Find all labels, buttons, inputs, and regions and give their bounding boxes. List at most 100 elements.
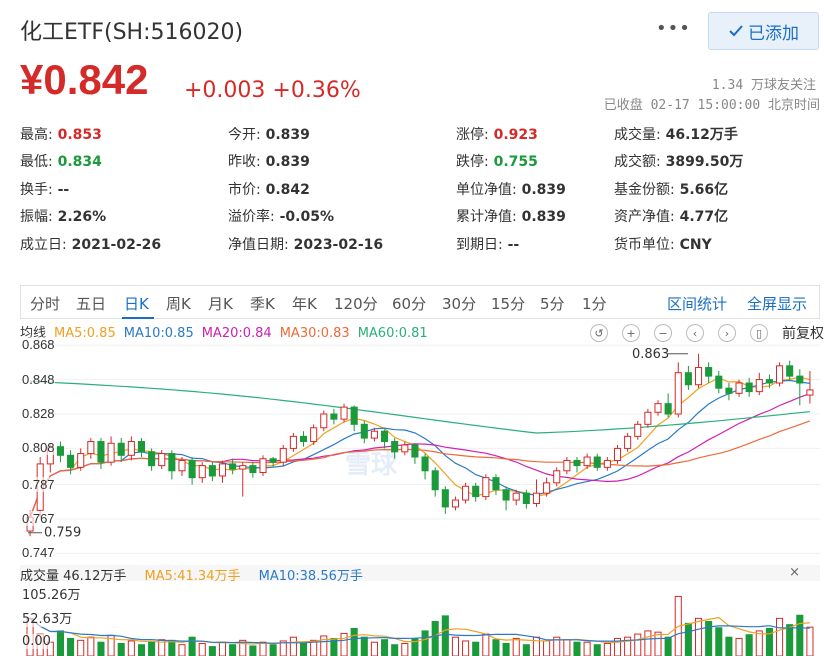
stat-item: 成立日: 2021-02-26 (20, 234, 161, 254)
volume-bar (573, 641, 581, 656)
candle (218, 460, 227, 483)
y-tick-label: 0.808 (22, 440, 55, 456)
volume-bar (694, 617, 703, 656)
volume-bar (218, 641, 227, 656)
tab-3[interactable]: 周K (166, 293, 191, 314)
volume-chart[interactable]: 105.26万 52.63万 0.00 (20, 582, 820, 656)
volume-bar (299, 642, 308, 656)
volume-bar (431, 621, 439, 656)
stat-label: 成立日: (20, 237, 67, 253)
candle (239, 462, 247, 497)
stat-label: 换手: (20, 182, 53, 198)
tab-11[interactable]: 5分 (540, 293, 565, 314)
tab-0[interactable]: 分时 (30, 293, 60, 314)
volume-bar (370, 641, 378, 656)
tab-4[interactable]: 月K (208, 293, 233, 314)
candle (310, 424, 318, 445)
candle (482, 474, 490, 501)
volume-bar (806, 626, 814, 656)
candle (624, 432, 632, 452)
volume-bar (229, 644, 237, 656)
volume-bar (391, 644, 399, 656)
volume-bar (462, 640, 470, 656)
candle (107, 436, 115, 466)
stat-value: 46.12万手 (660, 127, 738, 143)
ma20-line (29, 393, 811, 518)
candle (613, 444, 622, 464)
stat-item: 今开: 0.839 (228, 124, 310, 144)
current-price: ¥0.842 (20, 56, 149, 103)
volume-bar (269, 644, 277, 656)
watermark-logo: 雪球 (345, 450, 398, 480)
stat-value: 0.755 (488, 154, 538, 170)
stat-label: 成交量: (614, 127, 661, 143)
tab-6[interactable]: 年K (292, 293, 317, 314)
stat-value: -- (52, 182, 70, 198)
followed-button[interactable]: 已添加 (708, 12, 819, 50)
stat-item: 货币单位: CNY (614, 234, 712, 254)
tab-2[interactable]: 日K (124, 293, 149, 314)
stat-label: 资产净值: (614, 209, 675, 225)
volume-bar (127, 640, 135, 656)
volume-bar (77, 639, 85, 656)
stat-value: 0.834 (52, 154, 102, 170)
range-stats-button[interactable]: 区间统计 (667, 293, 727, 314)
stat-item: 净值日期: 2023-02-16 (228, 234, 383, 254)
candle (289, 432, 297, 452)
stat-item: 单位净值: 0.839 (456, 179, 566, 199)
volume-bar (259, 641, 267, 656)
kline-chart[interactable]: 0.863 0.759 0.868 0.848 0.828 0.808 0.787 0.76… (20, 337, 820, 562)
candle (694, 353, 703, 389)
candle (350, 405, 358, 432)
candle (654, 400, 662, 416)
max-annotation: 0.863 (632, 347, 669, 362)
stat-label: 最高: (20, 127, 53, 143)
stat-value: CNY (674, 237, 712, 253)
close-icon[interactable]: × (789, 565, 800, 580)
candle (259, 455, 267, 476)
volume-bar (289, 636, 297, 656)
candle (776, 362, 784, 387)
stat-item: 资产净值: 4.77亿 (614, 206, 728, 226)
volume-bar (755, 630, 763, 656)
stat-value: 0.839 (260, 154, 310, 170)
fullscreen-button[interactable]: 全屏显示 (747, 293, 807, 314)
candle (563, 457, 571, 475)
stat-value: 0.853 (52, 127, 102, 143)
stat-label: 振幅: (20, 209, 53, 225)
volume-bar (67, 637, 75, 656)
stat-label: 最低: (20, 154, 53, 170)
ma60-line (30, 380, 810, 434)
volume-bar (796, 614, 804, 656)
more-options-icon[interactable]: ••• (656, 18, 691, 39)
volume-bar (583, 641, 591, 656)
ma-item: MA5:0.85 (54, 326, 116, 341)
y-tick-label: 0.828 (22, 406, 55, 421)
tab-7[interactable]: 120分 (334, 293, 378, 314)
volume-bar (786, 624, 794, 656)
ma-item: MA60:0.81 (357, 326, 428, 341)
volume-bar (603, 642, 611, 656)
tab-9[interactable]: 30分 (442, 293, 476, 314)
tab-5[interactable]: 季K (250, 293, 275, 314)
tab-12[interactable]: 1分 (582, 293, 607, 314)
volume-bar (654, 631, 662, 656)
quote-stats-grid: 最高: 0.853 今开: 0.839 涨停: 0.923 成交量: 46.12万手最… (20, 120, 820, 260)
tab-10[interactable]: 15分 (491, 293, 525, 314)
volume-bar (137, 644, 146, 656)
candle (634, 420, 642, 440)
stat-label: 溢价率: (228, 209, 275, 225)
volume-bar (97, 641, 105, 656)
candle (462, 482, 470, 504)
volume-bar (87, 636, 95, 656)
stat-label: 涨停: (456, 127, 489, 143)
candle (421, 453, 429, 480)
volume-bar (563, 639, 571, 656)
stat-label: 单位净值: (456, 182, 517, 198)
candle (56, 441, 64, 463)
candle (715, 370, 723, 394)
stat-label: 跌停: (456, 154, 489, 170)
tab-1[interactable]: 五日 (76, 293, 106, 314)
fund-title: 化工ETF(SH:516020) (20, 20, 244, 45)
tab-8[interactable]: 60分 (392, 293, 426, 314)
